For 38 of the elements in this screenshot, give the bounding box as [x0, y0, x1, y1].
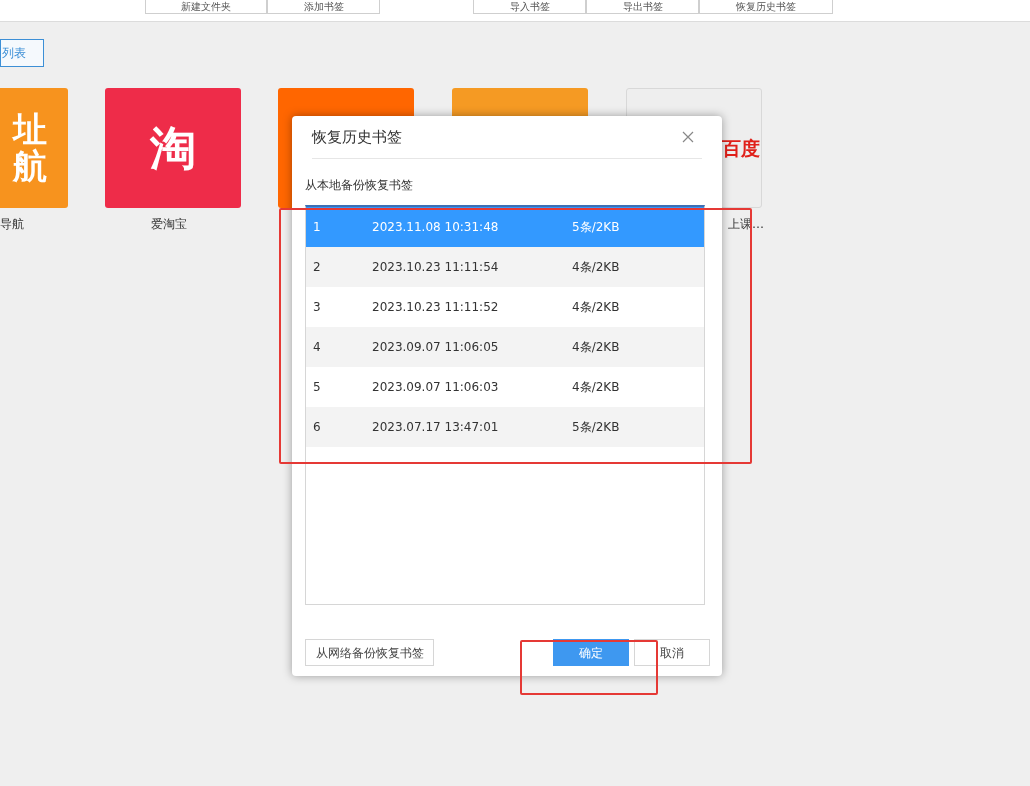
table-cell-text: 5: [312, 379, 322, 396]
toolbar-button[interactable]: 导出书签: [586, 0, 699, 14]
dialog-title: 恢复历史书签: [312, 126, 402, 148]
tile-label: 上课…: [728, 216, 764, 233]
tile-logo: 淘: [150, 119, 196, 177]
table-cell-text: 5条/2KB: [572, 219, 621, 236]
toolbar-button[interactable]: 恢复历史书签: [699, 0, 833, 14]
section-label: 从本地备份恢复书签: [305, 178, 413, 192]
close-icon[interactable]: [682, 131, 694, 143]
toolbar-button[interactable]: 导入书签: [473, 0, 586, 14]
table-cell-text: 2023.09.07 11:06:05: [372, 339, 500, 356]
table-cell-text: 6: [312, 419, 322, 436]
table-cell-text: 4条/2KB: [572, 259, 621, 276]
network-restore-button[interactable]: 从网络备份恢复书签: [305, 639, 434, 666]
table-cell-text: 2023.10.23 11:11:52: [372, 299, 500, 316]
table-cell-text: 2023.07.17 13:47:01: [372, 419, 500, 436]
toolbar-button[interactable]: 新建文件夹: [145, 0, 267, 14]
table-cell-text: 4条/2KB: [572, 339, 621, 356]
table-cell-text: 2023.11.08 10:31:48: [372, 219, 500, 236]
toolbar-button[interactable]: 添加书签: [267, 0, 380, 14]
tile-logo: 址航: [13, 110, 47, 186]
table-cell-text: 4条/2KB: [572, 379, 621, 396]
tile-label: 导航: [0, 216, 24, 233]
backup-row[interactable]: 4 2023.09.07 11:06:05 4条/2KB: [306, 327, 704, 367]
table-cell-text: 3: [312, 299, 322, 316]
table-cell-text: 2023.09.07 11:06:03: [372, 379, 500, 396]
table-cell-text: 5条/2KB: [572, 419, 621, 436]
backup-row[interactable]: 6 2023.07.17 13:47:01 5条/2KB: [306, 407, 704, 447]
table-cell-text: 2: [312, 259, 322, 276]
backup-row[interactable]: 2 2023.10.23 11:11:54 4条/2KB: [306, 247, 704, 287]
table-cell-text: 4条/2KB: [572, 299, 621, 316]
tile-label: 爱淘宝: [151, 216, 187, 233]
table-cell-text: 1: [312, 219, 322, 236]
bookmark-tile[interactable]: 淘: [105, 88, 241, 208]
table-cell-text: 4: [312, 339, 322, 356]
cancel-button[interactable]: 取消: [634, 639, 710, 666]
tile-logo: 百度: [722, 135, 761, 161]
table-cell-text: 2023.10.23 11:11:54: [372, 259, 500, 276]
